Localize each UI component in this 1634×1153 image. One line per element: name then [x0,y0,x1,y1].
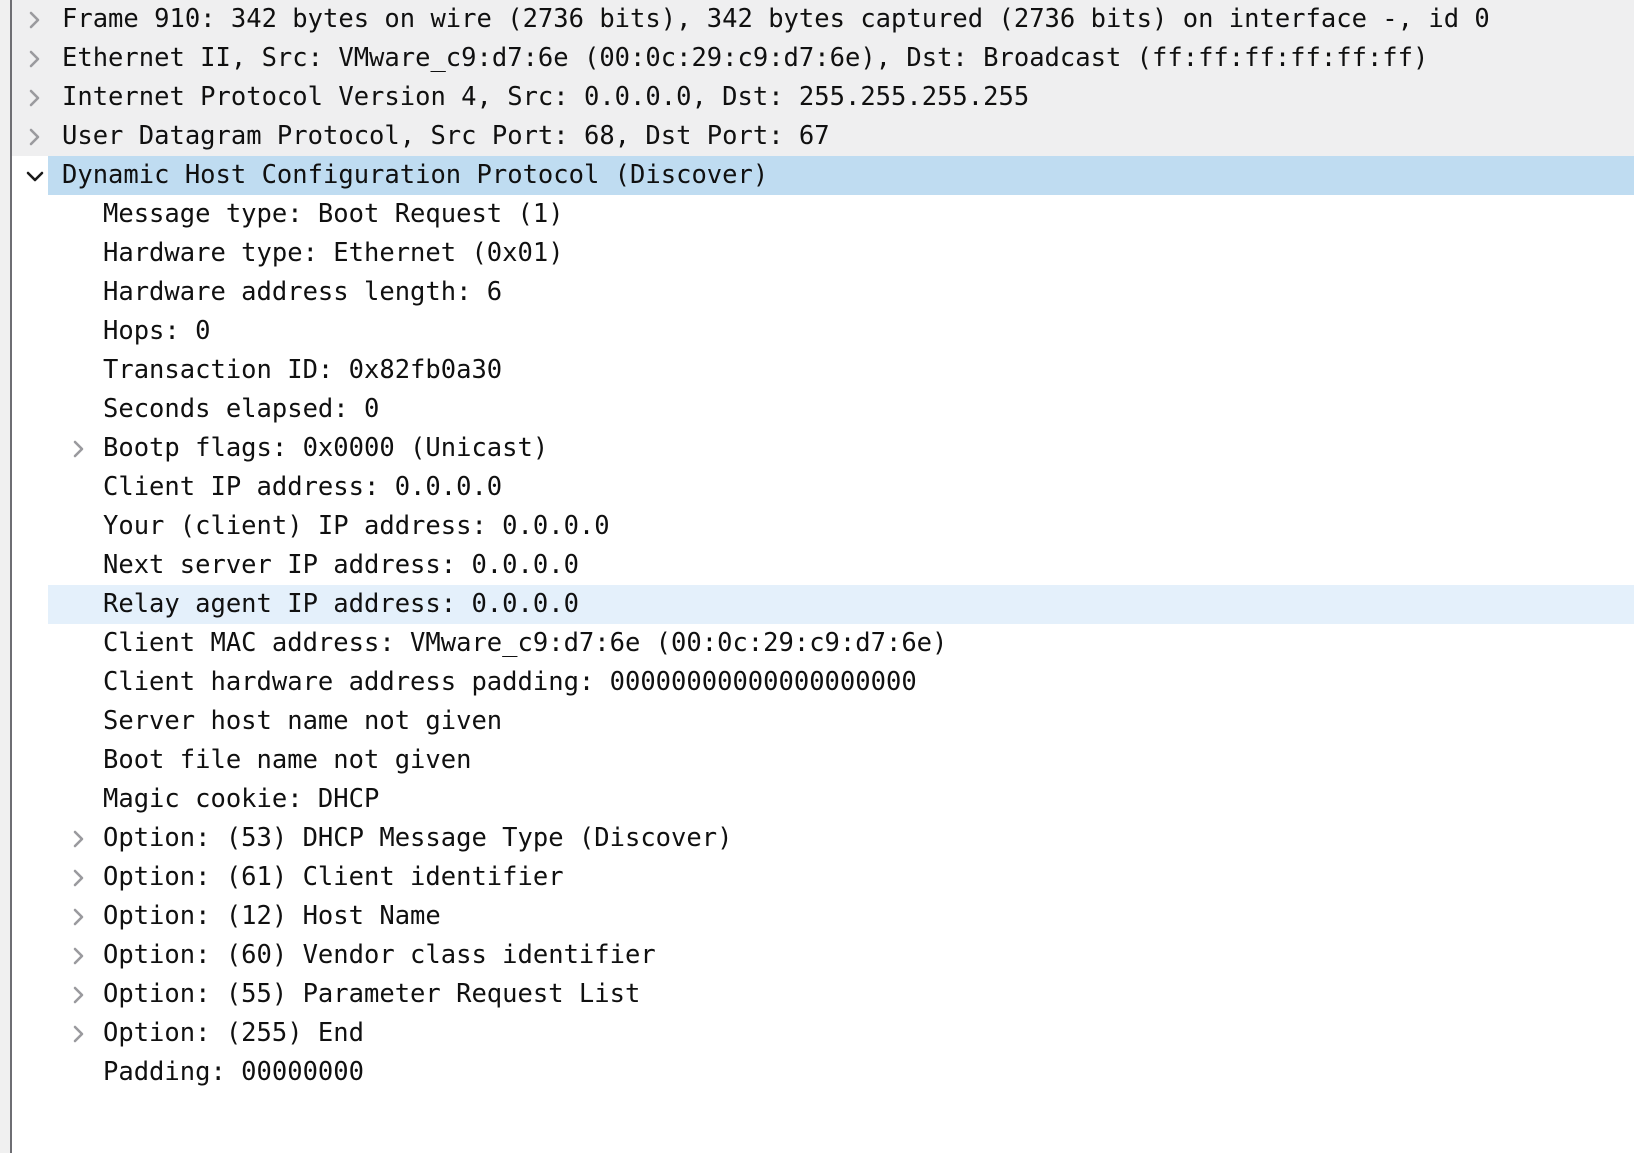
tree-row-transaction-id[interactable]: Transaction ID: 0x82fb0a30 [0,351,1634,390]
tree-row-message-type[interactable]: Message type: Boot Request (1) [0,195,1634,234]
tree-row-bootp-flags[interactable]: Bootp flags: 0x0000 (Unicast) [0,429,1634,468]
tree-row-label: Frame 910: 342 bytes on wire (2736 bits)… [62,4,1490,34]
tree-row-label: Relay agent IP address: 0.0.0.0 [103,589,579,619]
tree-row-relay-agent-ip-address[interactable]: Relay agent IP address: 0.0.0.0 [0,585,1634,624]
tree-row-label: Ethernet II, Src: VMware_c9:d7:6e (00:0c… [62,43,1429,73]
tree-row-client-ip-address[interactable]: Client IP address: 0.0.0.0 [0,468,1634,507]
tree-row-label: Option: (255) End [103,1018,364,1048]
tree-row-frame[interactable]: Frame 910: 342 bytes on wire (2736 bits)… [0,0,1634,39]
tree-row-label: Bootp flags: 0x0000 (Unicast) [103,433,549,463]
chevron-right-icon[interactable] [22,0,48,39]
tree-row-label: Internet Protocol Version 4, Src: 0.0.0.… [62,82,1030,112]
tree-row-label: Option: (55) Parameter Request List [103,979,641,1009]
tree-row-label: Next server IP address: 0.0.0.0 [103,550,579,580]
tree-row-client-mac-address[interactable]: Client MAC address: VMware_c9:d7:6e (00:… [0,624,1634,663]
tree-row-hardware-type[interactable]: Hardware type: Ethernet (0x01) [0,234,1634,273]
tree-row-padding[interactable]: Padding: 00000000 [0,1053,1634,1092]
tree-row-label: Transaction ID: 0x82fb0a30 [103,355,503,385]
tree-guide-line [10,0,12,1153]
tree-row-label: Message type: Boot Request (1) [103,199,564,229]
tree-row-seconds-elapsed[interactable]: Seconds elapsed: 0 [0,390,1634,429]
tree-row-option-60[interactable]: Option: (60) Vendor class identifier [0,936,1634,975]
tree-row-label: Server host name not given [103,706,503,736]
chevron-right-icon[interactable] [66,819,92,858]
tree-row-label: Option: (12) Host Name [103,901,441,931]
tree-row-label: Magic cookie: DHCP [103,784,380,814]
tree-row-label: Client MAC address: VMware_c9:d7:6e (00:… [103,628,948,658]
tree-row-label: Option: (60) Vendor class identifier [103,940,656,970]
tree-row-client-hardware-address-padding[interactable]: Client hardware address padding: 0000000… [0,663,1634,702]
tree-row-option-53[interactable]: Option: (53) DHCP Message Type (Discover… [0,819,1634,858]
tree-row-server-host-name[interactable]: Server host name not given [0,702,1634,741]
chevron-right-icon[interactable] [66,936,92,975]
chevron-down-icon[interactable] [22,156,48,195]
tree-row-label: Padding: 00000000 [103,1057,364,1087]
tree-gutter [0,0,10,1153]
chevron-right-icon[interactable] [66,975,92,1014]
tree-row-next-server-ip-address[interactable]: Next server IP address: 0.0.0.0 [0,546,1634,585]
chevron-right-icon[interactable] [22,78,48,117]
tree-row-udp[interactable]: User Datagram Protocol, Src Port: 68, Ds… [0,117,1634,156]
chevron-right-icon[interactable] [22,117,48,156]
chevron-right-icon[interactable] [66,1014,92,1053]
tree-row-label: Client IP address: 0.0.0.0 [103,472,503,502]
tree-row-label: Dynamic Host Configuration Protocol (Dis… [62,160,769,190]
tree-row-label: Your (client) IP address: 0.0.0.0 [103,511,610,541]
tree-row-label: Option: (61) Client identifier [103,862,564,892]
tree-row-option-12[interactable]: Option: (12) Host Name [0,897,1634,936]
tree-row-dhcp[interactable]: Dynamic Host Configuration Protocol (Dis… [0,156,1634,195]
tree-row-label: User Datagram Protocol, Src Port: 68, Ds… [62,121,830,151]
tree-row-ethernet[interactable]: Ethernet II, Src: VMware_c9:d7:6e (00:0c… [0,39,1634,78]
tree-row-label: Option: (53) DHCP Message Type (Discover… [103,823,733,853]
tree-row-hops[interactable]: Hops: 0 [0,312,1634,351]
protocol-tree[interactable]: Frame 910: 342 bytes on wire (2736 bits)… [0,0,1634,1092]
tree-row-magic-cookie[interactable]: Magic cookie: DHCP [0,780,1634,819]
chevron-right-icon[interactable] [66,897,92,936]
tree-row-ipv4[interactable]: Internet Protocol Version 4, Src: 0.0.0.… [0,78,1634,117]
tree-row-boot-file-name[interactable]: Boot file name not given [0,741,1634,780]
tree-row-label: Seconds elapsed: 0 [103,394,380,424]
chevron-right-icon[interactable] [22,39,48,78]
tree-row-label: Hardware address length: 6 [103,277,503,307]
tree-row-label: Hops: 0 [103,316,211,346]
packet-details-pane[interactable]: Frame 910: 342 bytes on wire (2736 bits)… [0,0,1634,1153]
tree-row-option-255[interactable]: Option: (255) End [0,1014,1634,1053]
chevron-right-icon[interactable] [66,858,92,897]
tree-row-label: Client hardware address padding: 0000000… [103,667,917,697]
tree-row-option-61[interactable]: Option: (61) Client identifier [0,858,1634,897]
tree-row-label: Boot file name not given [103,745,472,775]
chevron-right-icon[interactable] [66,429,92,468]
tree-row-label: Hardware type: Ethernet (0x01) [103,238,564,268]
tree-row-option-55[interactable]: Option: (55) Parameter Request List [0,975,1634,1014]
tree-row-your-client-ip-address[interactable]: Your (client) IP address: 0.0.0.0 [0,507,1634,546]
tree-row-hardware-address-length[interactable]: Hardware address length: 6 [0,273,1634,312]
